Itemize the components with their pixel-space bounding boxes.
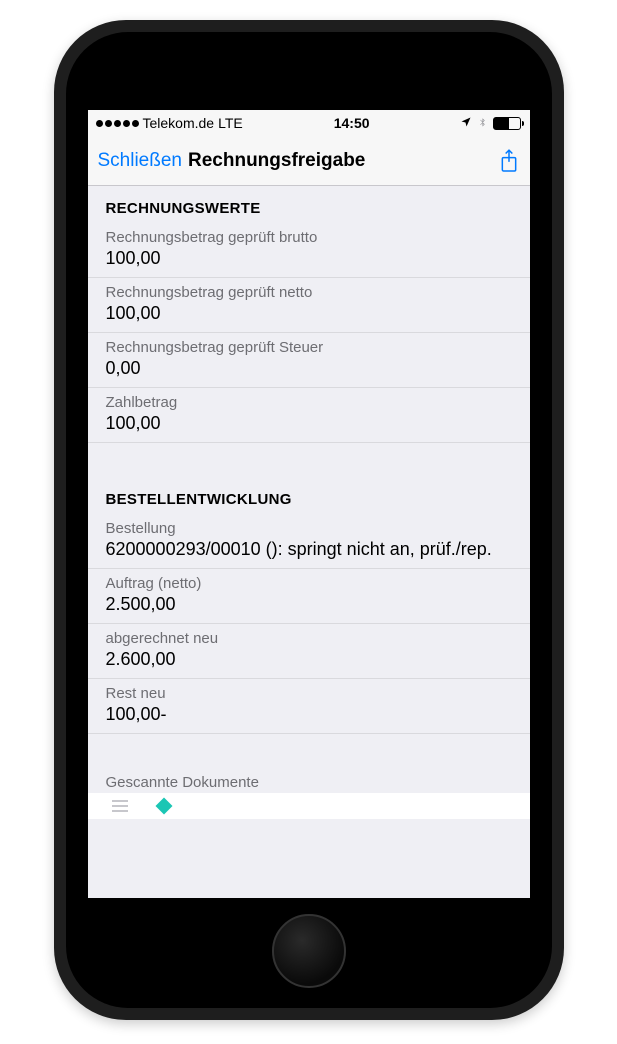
- home-button[interactable]: [272, 914, 346, 988]
- row-bestellung: Bestellung 6200000293/00010 (): springt …: [88, 514, 530, 569]
- row-label: Rechnungsbetrag geprüft netto: [106, 284, 512, 301]
- location-icon: [460, 116, 472, 130]
- screen: Telekom.de LTE 14:50 Schlie: [88, 110, 530, 898]
- network-label: LTE: [218, 115, 243, 131]
- bluetooth-icon: [478, 115, 487, 132]
- section-gap: [88, 443, 530, 477]
- row-value: 6200000293/00010 (): springt nicht an, p…: [106, 539, 512, 560]
- section-header-bestellentwicklung: BESTELLENTWICKLUNG: [88, 477, 530, 514]
- section-header-rechnungswerte: RECHNUNGSWERTE: [88, 186, 530, 223]
- row-steuer: Rechnungsbetrag geprüft Steuer 0,00: [88, 333, 530, 388]
- bottom-toolbar: [88, 793, 530, 819]
- row-label: Zahlbetrag: [106, 394, 512, 411]
- page-title: Rechnungsfreigabe: [188, 150, 492, 172]
- phone-inner: Telekom.de LTE 14:50 Schlie: [66, 32, 552, 1008]
- list-icon[interactable]: [112, 800, 128, 812]
- row-value: 100,00: [106, 248, 512, 269]
- signal-strength-icon: [96, 120, 139, 127]
- row-label: Rechnungsbetrag geprüft brutto: [106, 229, 512, 246]
- row-label: Rest neu: [106, 685, 512, 702]
- row-label: Auftrag (netto): [106, 575, 512, 592]
- status-bar: Telekom.de LTE 14:50: [88, 110, 530, 136]
- row-documents[interactable]: Gescannte Dokumente: [88, 768, 530, 793]
- row-value: 100,00-: [106, 704, 512, 725]
- status-left: Telekom.de LTE: [96, 115, 243, 131]
- section-gap: [88, 734, 530, 768]
- battery-icon: [493, 117, 521, 130]
- row-label: Rechnungsbetrag geprüft Steuer: [106, 339, 512, 356]
- row-value: 100,00: [106, 413, 512, 434]
- status-right: [460, 115, 521, 132]
- phone-frame: Telekom.de LTE 14:50 Schlie: [54, 20, 564, 1020]
- close-button[interactable]: Schließen: [98, 150, 183, 172]
- row-label: Bestellung: [106, 520, 512, 537]
- row-value: 2.600,00: [106, 649, 512, 670]
- row-value: 2.500,00: [106, 594, 512, 615]
- row-value: 0,00: [106, 358, 512, 379]
- row-brutto: Rechnungsbetrag geprüft brutto 100,00: [88, 223, 530, 278]
- nav-bar: Schließen Rechnungsfreigabe: [88, 136, 530, 186]
- row-auftrag: Auftrag (netto) 2.500,00: [88, 569, 530, 624]
- row-abgerechnet: abgerechnet neu 2.600,00: [88, 624, 530, 679]
- row-value: 100,00: [106, 303, 512, 324]
- diamond-icon[interactable]: [155, 798, 172, 815]
- share-button[interactable]: [498, 147, 520, 175]
- row-netto: Rechnungsbetrag geprüft netto 100,00: [88, 278, 530, 333]
- content-scroll[interactable]: RECHNUNGSWERTE Rechnungsbetrag geprüft b…: [88, 186, 530, 898]
- row-label: abgerechnet neu: [106, 630, 512, 647]
- clock-label: 14:50: [334, 115, 370, 131]
- row-rest: Rest neu 100,00-: [88, 679, 530, 734]
- carrier-label: Telekom.de: [143, 115, 215, 131]
- row-zahlbetrag: Zahlbetrag 100,00: [88, 388, 530, 443]
